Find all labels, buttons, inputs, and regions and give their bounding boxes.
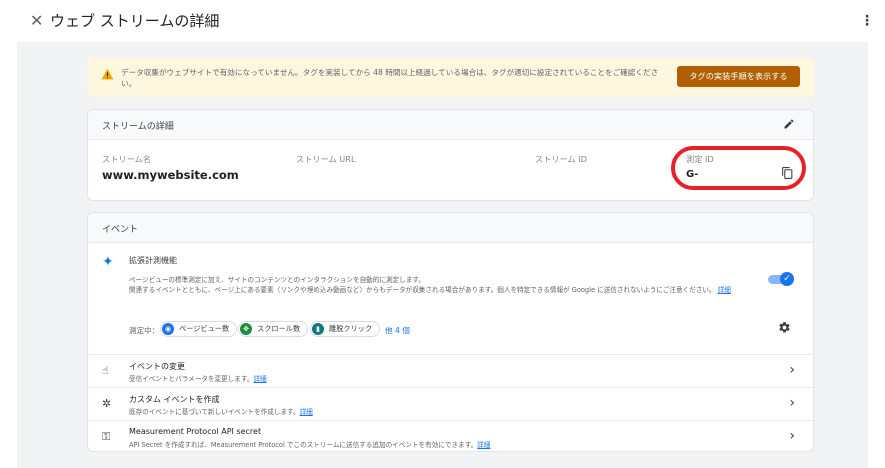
- modify-events-desc: 受信イベントとパラメータを変更します。詳細: [129, 373, 267, 383]
- scroll-icon: ✥: [240, 323, 252, 335]
- create-custom-event-title: カスタム イベントを作成: [129, 395, 220, 404]
- chevron-right-icon: ›: [789, 395, 795, 411]
- page-title: ウェブ ストリームの詳細: [50, 12, 220, 30]
- stream-url-label: ストリーム URL: [296, 154, 356, 164]
- events-title: イベント: [102, 225, 139, 235]
- measurement-protocol-learn-more-link[interactable]: 詳細: [477, 441, 490, 449]
- stream-details-header: ストリームの詳細: [88, 110, 813, 140]
- stream-id-label: ストリーム ID: [535, 154, 588, 164]
- warning-icon: [101, 68, 114, 80]
- chevron-right-icon: ›: [789, 362, 795, 378]
- check-icon: ✓: [780, 272, 794, 286]
- enhanced-measurement-title: 拡張計測機能: [129, 256, 177, 265]
- eye-icon: ◉: [162, 323, 174, 335]
- enhanced-learn-more-link[interactable]: 詳細: [718, 286, 731, 294]
- alert-message: データ収集がウェブサイトで有効になっていません。タグを実装してから 48 時間以…: [121, 68, 659, 88]
- top-bar: ✕ ウェブ ストリームの詳細 ⋮: [0, 0, 885, 42]
- more-vert-icon[interactable]: ⋮: [860, 12, 874, 30]
- events-card: イベント ✦ 拡張計測機能 ページビューの標準測定に加え、サイトのコンテンツとの…: [87, 212, 814, 452]
- stream-name-value: www.mywebsite.com: [102, 168, 239, 182]
- touch-icon: ☝: [102, 364, 109, 377]
- gear-icon[interactable]: [778, 321, 791, 334]
- stream-details-title: ストリームの詳細: [102, 122, 174, 132]
- measurement-protocol-title: Measurement Protocol API secret: [129, 427, 262, 436]
- measuring-label: 測定中：: [129, 326, 160, 335]
- chip-outbound-clicks-label: 離脱クリック: [329, 324, 373, 333]
- create-custom-event-row[interactable]: ✲ カスタム イベントを作成 既存のイベントに基づいて新しいイベントを作成します…: [88, 387, 813, 420]
- enhanced-measurement-toggle[interactable]: ✓: [768, 272, 794, 286]
- modify-events-title: イベントの変更: [129, 362, 185, 371]
- enhanced-measurement-description: ページビューの標準測定に加え、サイトのコンテンツとのインタラクションを自動的に測…: [129, 276, 769, 295]
- data-collection-alert: データ収集がウェブサイトで有効になっていません。タグを実装してから 48 時間以…: [87, 58, 814, 97]
- chevron-right-icon: ›: [789, 428, 795, 444]
- measurement-id-highlight: [671, 146, 806, 190]
- create-custom-event-desc-text: 既存のイベントに基づいて新しいイベントを作成します。: [129, 408, 300, 416]
- create-custom-event-learn-more-link[interactable]: 詳細: [300, 408, 313, 416]
- modify-events-learn-more-link[interactable]: 詳細: [253, 375, 266, 383]
- outbound-click-icon: ▮: [312, 323, 324, 335]
- sparkle-click-icon: ✲: [102, 397, 112, 410]
- view-tag-instructions-button[interactable]: タグの実装手順を表示する: [677, 66, 800, 87]
- measurement-protocol-row[interactable]: ⚿ Measurement Protocol API secret API Se…: [88, 420, 813, 451]
- chip-page-views-label: ページビュー数: [179, 324, 230, 333]
- modify-events-desc-text: 受信イベントとパラメータを変更します。: [129, 375, 254, 383]
- enhanced-desc-line-1: ページビューの標準測定に加え、サイトのコンテンツとのインタラクションを自動的に測…: [129, 276, 425, 284]
- chip-outbound-clicks: ▮ 離脱クリック: [310, 321, 381, 337]
- measurement-protocol-desc: API Secret を作成すれば、Measurement Protocol で…: [129, 439, 490, 449]
- enhanced-desc-line-2-text: 関連するイベントとともに、ページ上にある要素（リンクや埋め込み動画など）からもデ…: [129, 285, 716, 294]
- more-events-link[interactable]: 他 4 個: [385, 325, 410, 336]
- edit-icon[interactable]: [783, 118, 795, 130]
- stream-name-label: ストリーム名: [102, 154, 151, 164]
- create-custom-event-desc: 既存のイベントに基づいて新しいイベントを作成します。詳細: [129, 406, 313, 416]
- sparkle-icon: ✦: [102, 254, 114, 270]
- measurement-protocol-desc-text: API Secret を作成すれば、Measurement Protocol で…: [129, 441, 478, 449]
- modify-events-row[interactable]: ☝ イベントの変更 受信イベントとパラメータを変更します。詳細 ›: [88, 354, 813, 387]
- chip-scrolls-label: スクロール数: [257, 324, 301, 333]
- close-icon[interactable]: ✕: [30, 11, 43, 31]
- chip-page-views: ◉ ページビュー数: [160, 321, 238, 337]
- chip-scrolls: ✥ スクロール数: [238, 321, 309, 337]
- enhanced-desc-line-2: 関連するイベントとともに、ページ上にある要素（リンクや埋め込み動画など）からもデ…: [129, 286, 769, 296]
- events-header: イベント: [88, 213, 813, 243]
- key-icon: ⚿: [102, 430, 111, 443]
